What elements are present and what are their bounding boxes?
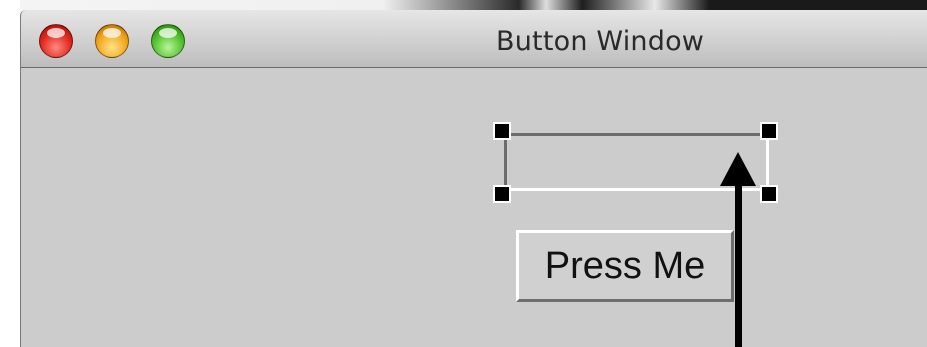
selection-handle-top-right[interactable]	[760, 122, 778, 140]
close-button[interactable]	[39, 24, 73, 58]
selection-handle-bottom-right[interactable]	[760, 185, 778, 203]
press-me-button[interactable]: Press Me	[516, 230, 734, 302]
window-content: Press Me	[21, 68, 927, 347]
selection-handle-top-left[interactable]	[493, 122, 511, 140]
button-window: Button Window Press Me	[20, 10, 927, 347]
minimize-button[interactable]	[95, 24, 129, 58]
annotation-arrow-head	[720, 152, 756, 186]
selection-handle-bottom-left[interactable]	[493, 185, 511, 203]
window-title: Button Window	[496, 26, 705, 57]
annotation-arrow-shaft	[735, 176, 742, 347]
zoom-button[interactable]	[151, 24, 185, 58]
title-bar[interactable]: Button Window	[21, 10, 927, 68]
screen: Button Window Press Me	[0, 0, 927, 347]
